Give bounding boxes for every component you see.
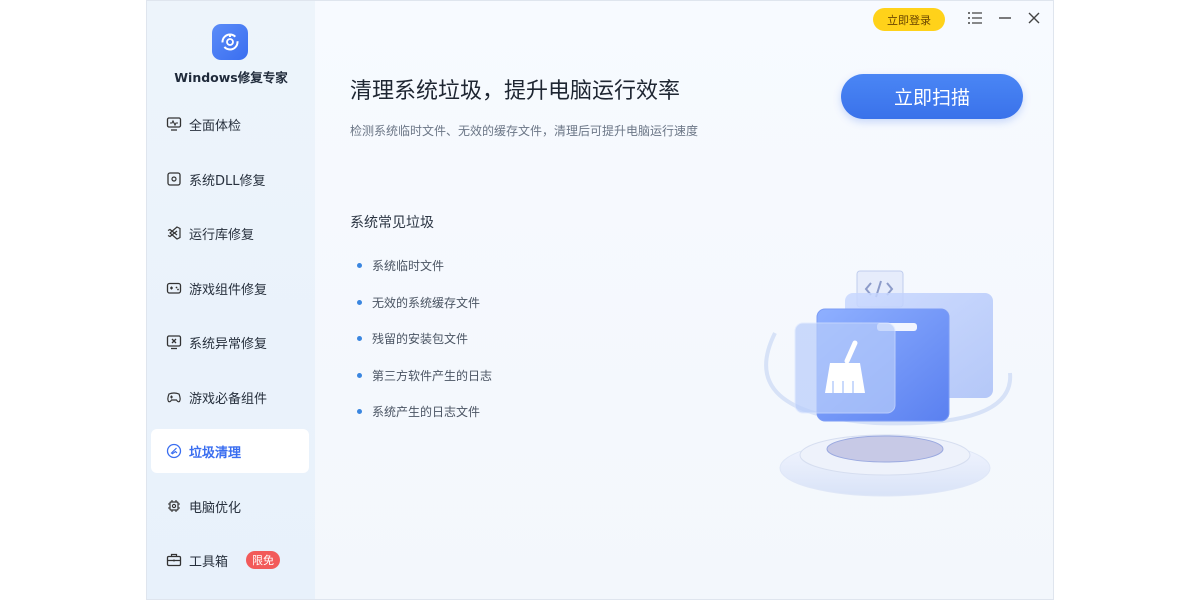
sidebar-item-label: 游戏必备组件 xyxy=(189,391,268,407)
dll-icon xyxy=(165,170,183,188)
scan-button[interactable]: 立即扫描 xyxy=(841,74,1023,119)
sidebar-item-label: 工具箱 xyxy=(189,554,229,570)
monitor-pulse-icon xyxy=(165,115,183,133)
junk-list: 系统临时文件 无效的系统缓存文件 残留的安装包文件 第三方软件产生的日志 系统产… xyxy=(357,257,492,440)
menu-icon[interactable] xyxy=(964,7,986,29)
sidebar-item-runtime-repair[interactable]: 运行库修复 xyxy=(151,211,309,255)
login-button[interactable]: 立即登录 xyxy=(873,8,945,31)
sidebar-item-game-component-repair[interactable]: 游戏组件修复 xyxy=(151,266,309,310)
visual-studio-icon xyxy=(165,224,183,242)
sidebar-item-label: 垃圾清理 xyxy=(189,445,242,461)
list-item: 无效的系统缓存文件 xyxy=(357,294,492,331)
sidebar-item-label: 运行库修复 xyxy=(189,227,255,243)
bullet-dot xyxy=(357,409,362,414)
close-icon[interactable] xyxy=(1023,7,1045,29)
chip-icon xyxy=(165,497,183,515)
sidebar-item-label: 游戏组件修复 xyxy=(189,282,268,298)
bullet-dot xyxy=(357,372,362,378)
clean-icon xyxy=(165,442,183,460)
sidebar-item-system-exception-repair[interactable]: 系统异常修复 xyxy=(151,320,309,364)
bullet-dot xyxy=(357,299,362,305)
bullet-dot xyxy=(357,336,362,341)
sidebar-item-dll-repair[interactable]: 系统DLL修复 xyxy=(151,157,309,201)
list-item: 第三方软件产生的日志 xyxy=(357,367,492,404)
monitor-x-icon xyxy=(165,333,183,351)
toolbox-icon xyxy=(165,551,183,569)
gamepad-icon xyxy=(165,279,183,297)
bullet-dot xyxy=(357,263,362,268)
sidebar: Windows修复专家 全面体检 系统DLL修复 运行库修复 游戏组件修复 系统… xyxy=(147,1,315,599)
main-panel: 立即登录 清理系统垃圾，提升电脑运行效率 检测系统临时文件、无效的缓存文件，清理… xyxy=(315,1,1053,599)
sidebar-item-label: 全面体检 xyxy=(189,118,242,134)
app-title: Windows修复专家 xyxy=(174,70,288,85)
sidebar-item-junk-clean[interactable]: 垃圾清理 xyxy=(151,429,309,473)
sidebar-item-pc-optimize[interactable]: 电脑优化 xyxy=(151,484,309,528)
page-subtitle: 检测系统临时文件、无效的缓存文件，清理后可提升电脑运行速度 xyxy=(350,124,699,138)
free-badge: 限免 xyxy=(246,551,281,569)
minimize-icon[interactable] xyxy=(994,7,1016,29)
list-item: 系统临时文件 xyxy=(357,257,492,294)
sidebar-item-label: 系统异常修复 xyxy=(189,336,268,352)
sidebar-item-game-essentials[interactable]: 游戏必备组件 xyxy=(151,375,309,419)
page-title: 清理系统垃圾，提升电脑运行效率 xyxy=(350,79,681,104)
section-title: 系统常见垃圾 xyxy=(350,215,434,231)
list-item: 系统产生的日志文件 xyxy=(357,403,492,440)
app-window: Windows修复专家 全面体检 系统DLL修复 运行库修复 游戏组件修复 系统… xyxy=(146,0,1054,600)
cleanup-illustration-icon xyxy=(764,270,1013,497)
controller-icon xyxy=(165,388,183,406)
list-item: 残留的安装包文件 xyxy=(357,330,492,367)
sidebar-item-full-check[interactable]: 全面体检 xyxy=(151,102,309,146)
app-logo-icon xyxy=(212,24,248,60)
sidebar-item-label: 系统DLL修复 xyxy=(189,173,266,189)
sidebar-item-label: 电脑优化 xyxy=(189,500,242,516)
sidebar-item-toolbox[interactable]: 工具箱 限免 xyxy=(151,538,309,582)
